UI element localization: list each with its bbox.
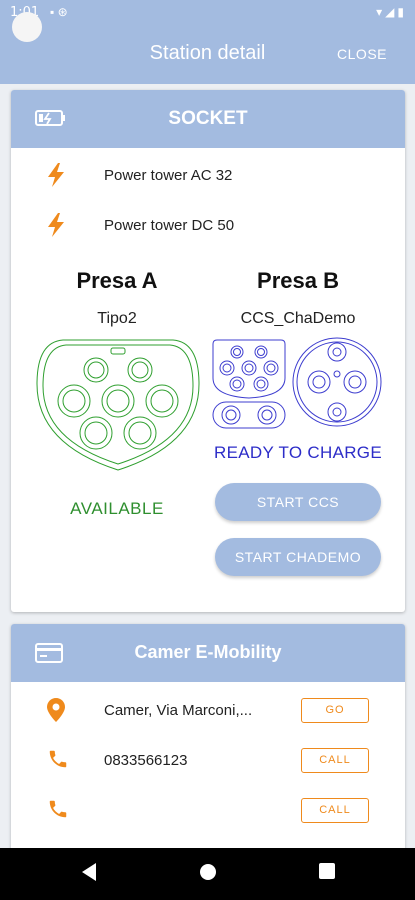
notification-icons: ▪ ⊛	[50, 5, 68, 19]
touch-indicator	[12, 12, 42, 42]
back-icon[interactable]	[80, 862, 98, 887]
call-button[interactable]: CALL	[301, 798, 369, 823]
power-label: Power tower AC 32	[104, 167, 233, 184]
lightning-icon	[47, 213, 65, 242]
power-row: Power tower AC 32	[11, 158, 405, 194]
ccs-connector-icon	[212, 339, 286, 429]
power-label: Power tower DC 50	[104, 217, 235, 234]
app-bar: Station detail CLOSE	[0, 26, 415, 84]
location-pin-icon	[47, 698, 65, 727]
operator-card: Camer E-Mobility Camer, Via Marconi,... …	[11, 624, 405, 854]
socket-card-title: SOCKET	[168, 108, 248, 129]
chademo-connector-icon	[292, 337, 382, 427]
presa-a-type: Tipo2	[97, 310, 137, 327]
status-bar: 1:01 ▪ ⊛ ▾◢▮	[0, 0, 415, 26]
phone-icon	[47, 798, 69, 825]
phone-row: CALL	[11, 790, 405, 830]
signal-battery-icons: ▾◢▮	[376, 5, 407, 19]
phone-number: 0833566123	[104, 752, 188, 769]
start-ccs-button[interactable]: START CCS	[215, 483, 381, 521]
phone-icon	[47, 748, 69, 775]
presa-b-title: Presa B	[257, 268, 339, 293]
operator-card-header: Camer E-Mobility	[11, 624, 405, 682]
recents-icon[interactable]	[318, 862, 336, 885]
address-row: Camer, Via Marconi,... GO	[11, 690, 405, 730]
phone-row: 0833566123 CALL	[11, 740, 405, 780]
power-row: Power tower DC 50	[11, 208, 405, 244]
go-button[interactable]: GO	[301, 698, 369, 723]
call-button[interactable]: CALL	[301, 748, 369, 773]
socket-card-header: SOCKET	[11, 90, 405, 148]
presa-a-title: Presa A	[76, 268, 158, 293]
home-icon[interactable]	[198, 862, 218, 887]
lightning-icon	[47, 163, 65, 192]
close-button[interactable]: CLOSE	[337, 46, 387, 62]
presa-a-status: AVAILABLE	[70, 499, 164, 518]
socket-card: SOCKET Power tower AC 32 Power tower DC …	[11, 90, 405, 612]
operator-card-title: Camer E-Mobility	[134, 642, 282, 662]
presa-b-status: READY TO CHARGE	[214, 443, 382, 462]
address-text: Camer, Via Marconi,...	[104, 702, 253, 719]
system-nav-bar	[0, 848, 415, 900]
start-chademo-button[interactable]: START CHADEMO	[215, 538, 381, 576]
presa-b-type: CCS_ChaDemo	[240, 310, 356, 327]
type2-connector-icon	[36, 339, 200, 471]
